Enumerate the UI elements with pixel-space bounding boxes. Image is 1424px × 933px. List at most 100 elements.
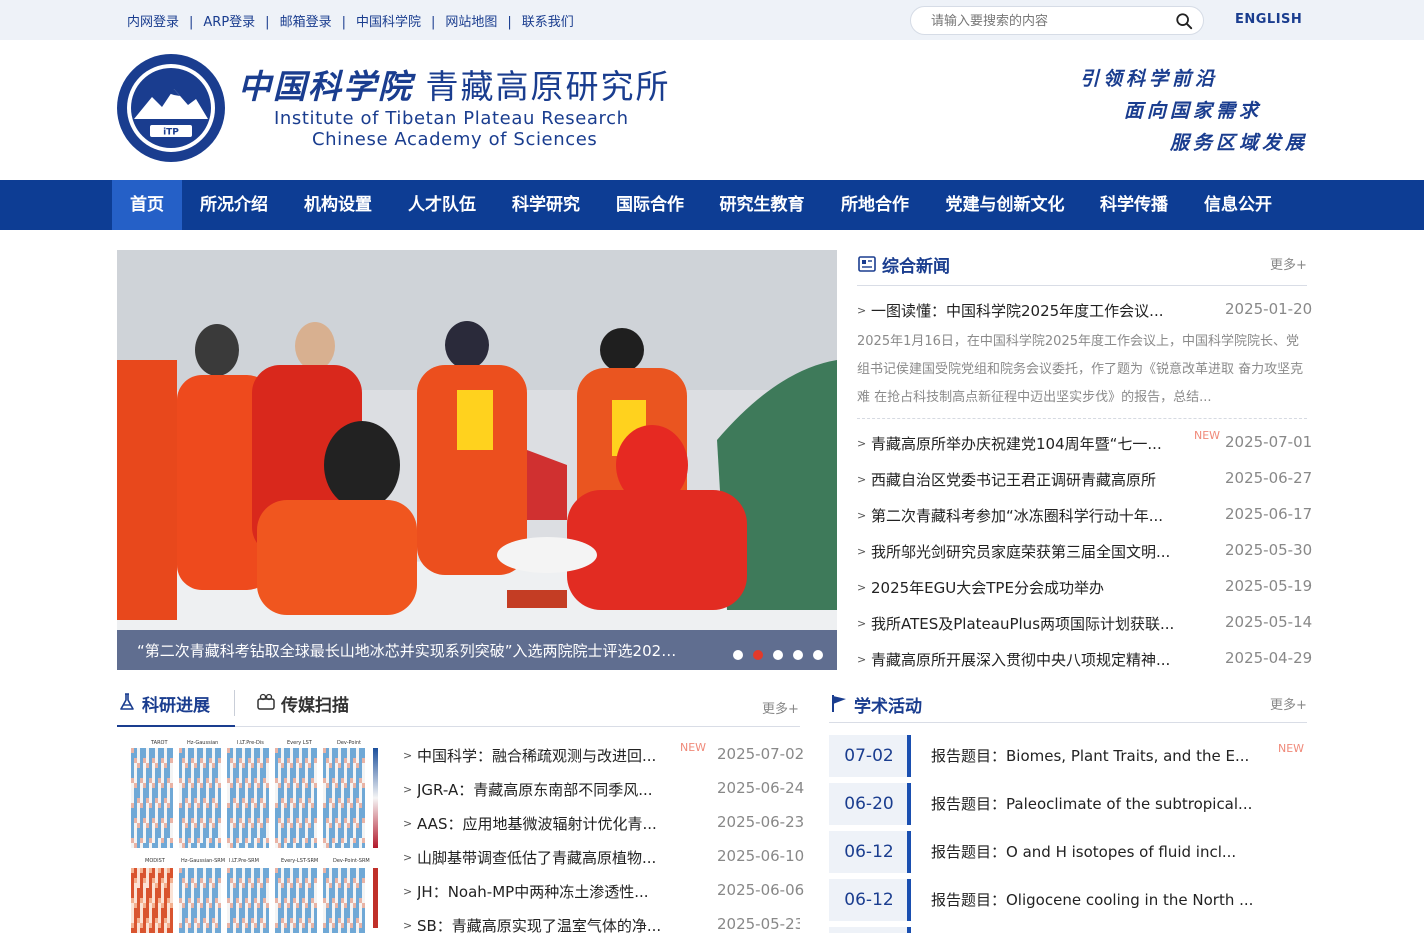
research-item-title[interactable]: JGR-A：青藏高原东南部不同季风... (417, 779, 673, 800)
heatmap-cell (218, 788, 221, 793)
heatmap-cell (143, 913, 146, 918)
news-item-title[interactable]: 我所邬光剑研究员家庭荣获第三届全国文明... (871, 541, 1187, 562)
heatmap-cell (344, 798, 347, 803)
news-item-title[interactable]: 青藏高原所开展深入贯彻中央八项规定精神... (871, 649, 1187, 670)
heatmap-cell (281, 773, 284, 778)
research-list-item[interactable]: > JGR-A：青藏高原东南部不同季风... 2025-06-24 (403, 779, 804, 801)
cas-link[interactable]: 中国科学院 (356, 15, 421, 30)
academic-title[interactable]: 报告题目：Oligocene cooling in the North ... (931, 889, 1271, 910)
research-list-item[interactable]: > JH：Noah-MP中两种冻土渗透性... 2025-06-06 (403, 881, 804, 903)
heatmap-cell (140, 798, 143, 803)
academic-item[interactable]: 07-02 报告题目：Biomes, Plant Traits, and the… (829, 735, 1309, 777)
intranet-login-link[interactable]: 内网登录 (127, 15, 179, 30)
mail-login-link[interactable]: 邮箱登录 (280, 15, 332, 30)
heatmap-cell (275, 763, 278, 768)
carousel-dot[interactable] (813, 650, 823, 660)
nav-local-cooperation[interactable]: 所地合作 (831, 180, 919, 230)
heatmap-cell (314, 763, 317, 768)
contact-link[interactable]: 联系我们 (522, 15, 574, 30)
heatmap-cell (293, 923, 296, 928)
news-list-item[interactable]: > 2025年EGU大会TPE分会成功举办 2025-05-19 (857, 577, 1312, 599)
nav-science-communication[interactable]: 科学传播 (1090, 180, 1178, 230)
heatmap-cell (191, 918, 194, 923)
heatmap-cell (134, 878, 137, 883)
research-item-title[interactable]: 山脚基带调查低估了青藏高原植物... (417, 847, 673, 868)
research-figure[interactable]: TAROT Hz-Gaussian I.LT.Pre-Dis Every LST… (117, 738, 385, 933)
academic-title[interactable]: 报告题目：Paleoclimate of the subtropical... (931, 793, 1271, 814)
academic-item[interactable]: 06-12 报告题目：O and H isotopes of fluid inc… (829, 831, 1309, 873)
news-list-item[interactable]: > 西藏自治区党委书记王君正调研青藏高原所 2025-06-27 (857, 469, 1312, 491)
news-more-link[interactable]: 更多+ (1270, 254, 1307, 273)
heatmap-cell (341, 768, 344, 773)
research-list-item[interactable]: > 山脚基带调查低估了青藏高原植物... 2025-06-10 (403, 847, 804, 869)
nav-party-culture[interactable]: 党建与创新文化 (936, 180, 1074, 230)
heatmap-cell (314, 873, 317, 878)
research-list-item[interactable]: > 中国科学：融合稀疏观测与改进回... NEW 2025-07-02 (403, 741, 804, 767)
nav-research[interactable]: 科学研究 (502, 180, 590, 230)
academic-item[interactable]: 06-20 报告题目：Paleoclimate of the subtropic… (829, 783, 1309, 825)
heatmap-cell (347, 903, 350, 908)
heatmap-cell (143, 763, 146, 768)
search-input[interactable] (931, 12, 1171, 30)
academic-title[interactable]: 报告题目：Biomes, Plant Traits, and the E... (931, 745, 1271, 766)
heatmap-cell (296, 873, 299, 878)
heatmap-cell (152, 788, 155, 793)
carousel-dot[interactable] (773, 650, 783, 660)
nav-international[interactable]: 国际合作 (606, 180, 694, 230)
tab-research-progress[interactable]: 科研进展 (142, 691, 210, 716)
heatmap-cell (206, 913, 209, 918)
news-list-item[interactable]: > 第二次青藏科考参加“冰冻圈科学行动十年... 2025-06-17 (857, 505, 1312, 527)
news-item-title[interactable]: 西藏自治区党委书记王君正调研青藏高原所 (871, 469, 1187, 490)
search-icon[interactable] (1175, 12, 1193, 30)
heatmap-cell (350, 878, 353, 883)
heatmap-cell (161, 883, 164, 888)
photo-carousel[interactable]: “第二次青藏科考钻取全球最长山地冰芯并实现系列突破”入选两院院士评选2024年中… (117, 250, 837, 670)
news-list-item[interactable]: > 我所ATES及PlateauPlus两项国际计划获联... 2025-05-… (857, 613, 1312, 635)
heatmap-cell (287, 778, 290, 783)
news-list-item[interactable]: > 青藏高原所举办庆祝建党104周年暨“七一... NEW 2025-07-01 (857, 429, 1312, 455)
academic-more-link[interactable]: 更多+ (1270, 694, 1307, 713)
nav-graduate-education[interactable]: 研究生教育 (710, 180, 814, 230)
heatmap-cell (236, 808, 239, 813)
heatmap-cell (185, 833, 188, 838)
heatmap-cell (134, 773, 137, 778)
research-item-title[interactable]: 中国科学：融合稀疏观测与改进回... (417, 745, 673, 766)
heatmap-cell (131, 748, 134, 753)
carousel-dot[interactable] (733, 650, 743, 660)
news-list-item[interactable]: > 青藏高原所开展深入贯彻中央八项规定精神... 2025-04-29 (857, 649, 1312, 671)
carousel-dot-active[interactable] (753, 650, 763, 660)
heatmap-cell (338, 803, 341, 808)
research-item-title[interactable]: JH：Noah-MP中两种冻土渗透性... (417, 881, 673, 902)
news-featured-title[interactable]: 一图读懂：中国科学院2025年度工作会议... (871, 300, 1183, 321)
arp-login-link[interactable]: ARP登录 (203, 15, 255, 30)
news-item-title[interactable]: 第二次青藏科考参加“冰冻圈科学行动十年... (871, 505, 1187, 526)
research-item-title[interactable]: SB：青藏高原实现了温室气体的净... (417, 915, 673, 933)
research-item-title[interactable]: AAS：应用地基微波辐射计优化青... (417, 813, 673, 834)
nav-home[interactable]: 首页 (112, 180, 182, 230)
news-item-title[interactable]: 青藏高原所举办庆祝建党104周年暨“七一... (871, 433, 1187, 454)
news-item-title[interactable]: 我所ATES及PlateauPlus两项国际计划获联... (871, 613, 1187, 634)
nav-information[interactable]: 信息公开 (1194, 180, 1282, 230)
carousel-caption[interactable]: “第二次青藏科考钻取全球最长山地冰芯并实现系列突破”入选两院院士评选2024年中… (137, 640, 677, 661)
news-featured-row[interactable]: > 一图读懂：中国科学院2025年度工作会议... 2025-01-20 (857, 300, 1312, 322)
institute-logo[interactable]: iTP (116, 53, 226, 163)
news-item-title[interactable]: 2025年EGU大会TPE分会成功举办 (871, 577, 1187, 598)
heatmap-cell (284, 818, 287, 823)
sitemap-link[interactable]: 网站地图 (445, 15, 497, 30)
heatmap-cell (338, 758, 341, 763)
heatmap-cell (131, 773, 134, 778)
research-more-link[interactable]: 更多+ (762, 698, 799, 717)
heatmap-cell (257, 823, 260, 828)
academic-title[interactable]: 报告题目：O and H isotopes of fluid incl... (931, 841, 1271, 862)
tab-media-scan[interactable]: 传媒扫描 (281, 691, 349, 716)
english-link[interactable]: ENGLISH (1235, 12, 1302, 27)
heatmap-cell (200, 748, 203, 753)
academic-item[interactable]: 06-12 报告题目：Oligocene cooling in the Nort… (829, 879, 1309, 921)
carousel-dot[interactable] (793, 650, 803, 660)
research-list-item[interactable]: > SB：青藏高原实现了温室气体的净... 2025-05-23 (403, 915, 800, 933)
nav-about[interactable]: 所况介绍 (190, 180, 278, 230)
nav-organization[interactable]: 机构设置 (294, 180, 382, 230)
nav-talent[interactable]: 人才队伍 (398, 180, 486, 230)
research-list-item[interactable]: > AAS：应用地基微波辐射计优化青... 2025-06-23 (403, 813, 804, 835)
news-list-item[interactable]: > 我所邬光剑研究员家庭荣获第三届全国文明... 2025-05-30 (857, 541, 1312, 563)
